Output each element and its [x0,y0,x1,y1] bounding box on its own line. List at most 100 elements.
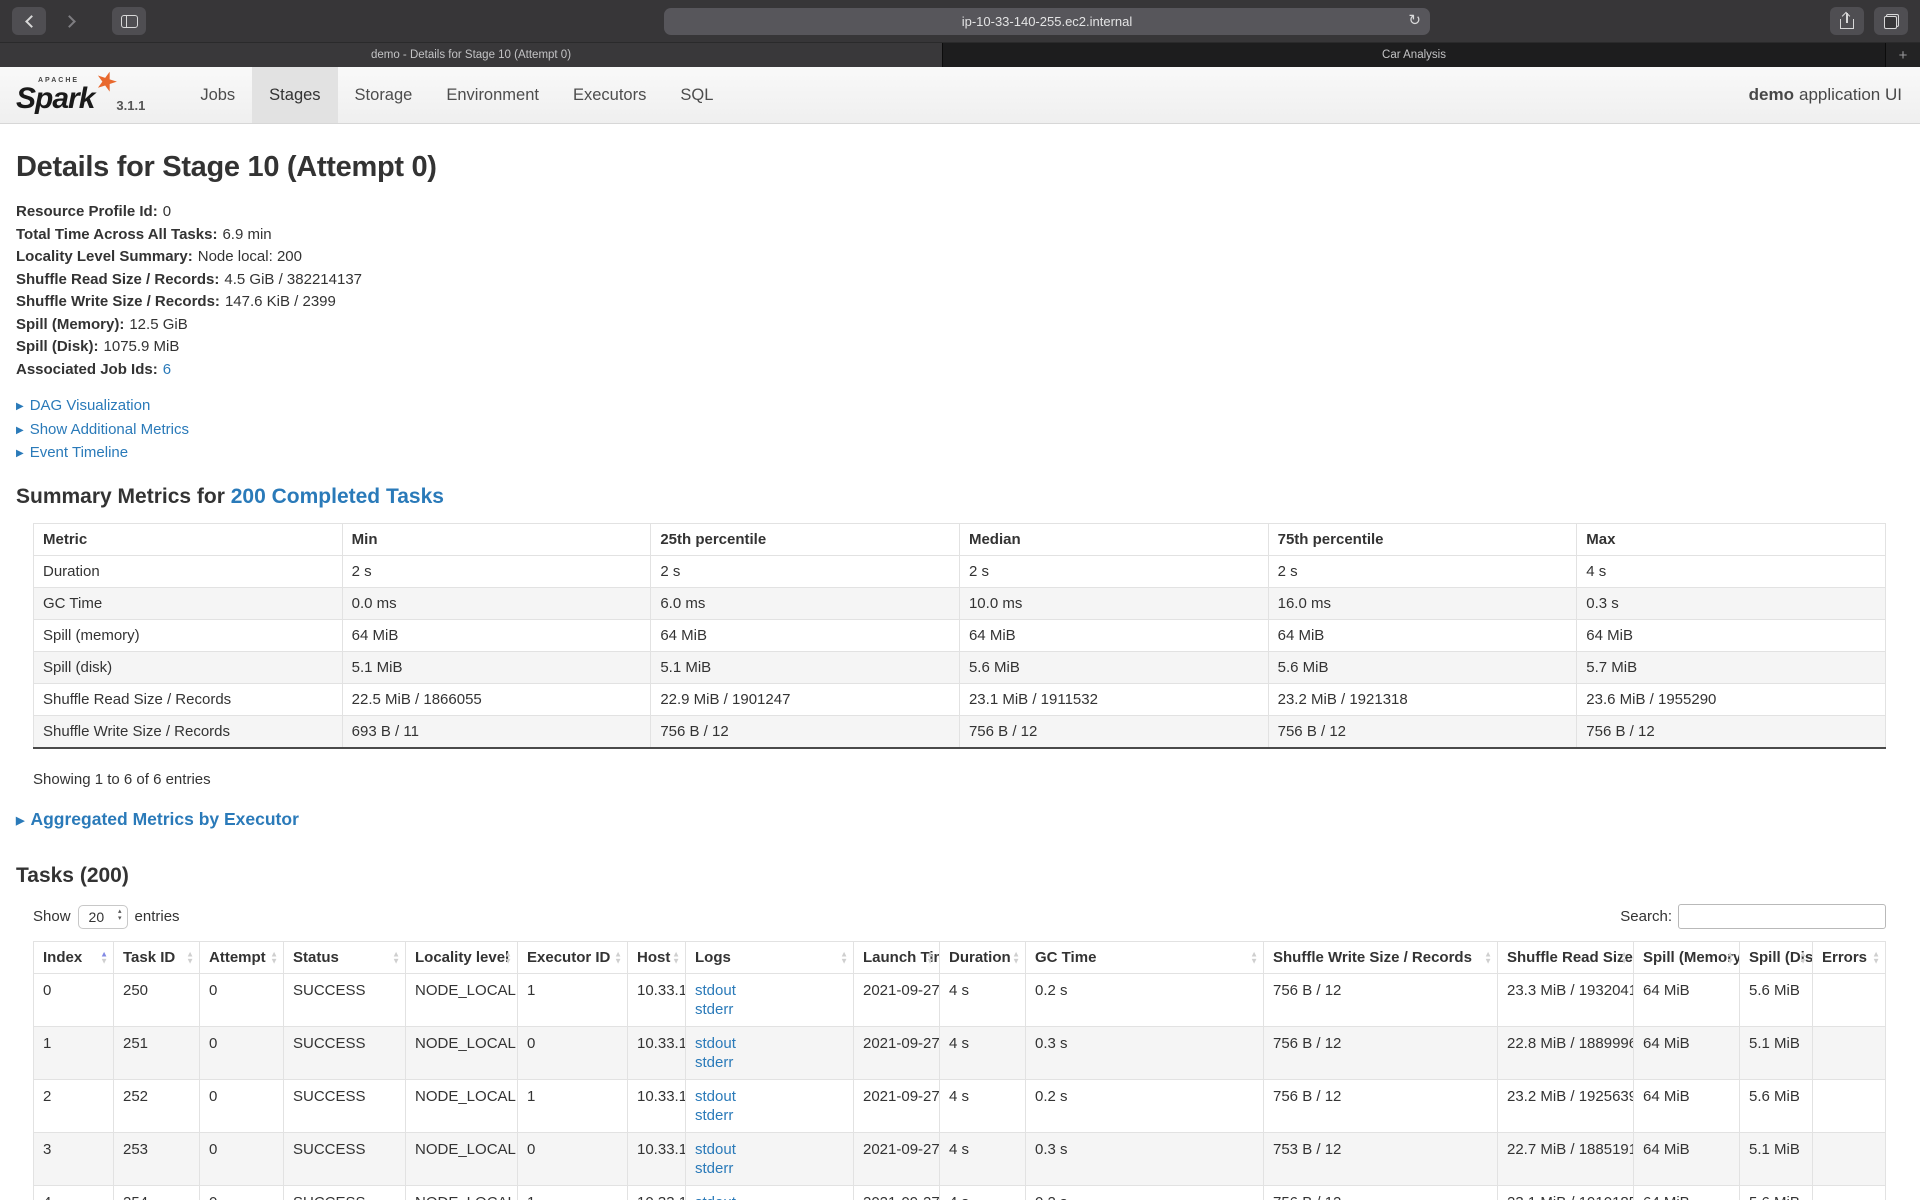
detail-label: Spill (Disk): [16,338,99,355]
task-id: 253 [114,1133,200,1186]
task-gc-time: 0.2 s [1026,1186,1264,1200]
forward-button[interactable] [54,7,88,35]
tasks-column-header[interactable]: Spill (Memory) ▲▼ [1634,942,1740,974]
sort-arrows-icon: ▲▼ [186,950,194,965]
tasks-column-header[interactable]: Launch Time ▲▼ [854,942,940,974]
tasks-column-header[interactable]: Task ID ▲▼ [114,942,200,974]
task-gc-time: 0.2 s [1026,1080,1264,1133]
share-button[interactable] [1830,7,1864,35]
stdout-link[interactable]: stdout [695,1034,844,1053]
sort-arrows-icon: ▲▼ [672,950,680,965]
nav-item-stages[interactable]: Stages [252,67,337,123]
associated-job-id-link[interactable]: 6 [163,361,171,378]
tasks-column-header[interactable]: Attempt ▲▼ [200,942,284,974]
task-spill-memory: 64 MiB [1634,1133,1740,1186]
spark-navbar: APACHESpark★ 3.1.1 Jobs Stages Storage E… [0,67,1920,124]
task-launch-time: 2021-09-27 16:15:26 [854,1133,940,1186]
sidebar-toggle-button[interactable] [112,7,146,35]
summary-header-row: MetricMin25th percentileMedian75th perce… [34,523,1886,555]
back-button[interactable] [12,7,46,35]
stdout-link[interactable]: stdout [695,1140,844,1159]
task-attempt: 0 [200,974,284,1027]
stdout-link[interactable]: stdout [695,1087,844,1106]
tasks-column-header[interactable]: Shuffle Write Size / Records ▲▼ [1264,942,1498,974]
event-timeline-toggle[interactable]: ▶Event Timeline [16,442,1886,466]
nav-item-jobs[interactable]: Jobs [183,67,252,123]
search-input[interactable] [1678,904,1886,929]
tab-overview-button[interactable] [1874,7,1908,35]
entries-label: entries [135,908,180,925]
nav-item-environment[interactable]: Environment [429,67,556,123]
column-header-label: Host [637,949,670,966]
task-shuffle-write: 756 B / 12 [1264,974,1498,1027]
task-locality-level: NODE_LOCAL [406,974,518,1027]
nav-item-sql[interactable]: SQL [663,67,730,123]
tasks-column-header[interactable]: Spill (Disk) ▲▼ [1740,942,1813,974]
column-header-label: Duration [949,949,1011,966]
detail-label: Shuffle Write Size / Records: [16,293,220,310]
task-gc-time: 0.2 s [1026,974,1264,1027]
show-additional-metrics-toggle[interactable]: ▶Show Additional Metrics [16,419,1886,443]
tasks-column-header[interactable]: GC Time ▲▼ [1026,942,1264,974]
summary-column-header: 75th percentile [1268,523,1577,555]
detail-label: Total Time Across All Tasks: [16,226,217,243]
stdout-link[interactable]: stdout [695,981,844,1000]
stderr-link[interactable]: stderr [695,1159,844,1178]
tasks-column-header[interactable]: Status ▲▼ [284,942,406,974]
nav-item-executors[interactable]: Executors [556,67,663,123]
tasks-column-header[interactable]: Executor ID ▲▼ [518,942,628,974]
detail-value: 147.6 KiB / 2399 [225,293,336,310]
summary-max: 0.3 s [1577,587,1886,619]
tab-demo-stage-details[interactable]: demo - Details for Stage 10 (Attempt 0) [0,43,943,67]
tab-car-analysis[interactable]: Car Analysis [943,43,1886,67]
summary-p75: 64 MiB [1268,619,1577,651]
dag-visualization-toggle[interactable]: ▶DAG Visualization [16,395,1886,419]
tasks-column-header[interactable]: Duration ▲▼ [940,942,1026,974]
task-spill-memory: 64 MiB [1634,974,1740,1027]
task-errors [1813,974,1886,1027]
forward-icon [63,15,76,28]
stage-detail-line: Total Time Across All Tasks:6.9 min [16,224,1886,247]
stderr-link[interactable]: stderr [695,1053,844,1072]
task-shuffle-read: 23.2 MiB / 1925639 [1498,1080,1634,1133]
task-id: 250 [114,974,200,1027]
tasks-column-header[interactable]: Index ▲▼ [34,942,114,974]
summary-p25: 64 MiB [651,619,960,651]
app-name: demo [1749,85,1794,105]
column-header-label: Attempt [209,949,266,966]
reload-icon[interactable]: ↻ [1408,11,1421,29]
new-tab-button[interactable]: + [1886,43,1920,67]
task-shuffle-write: 756 B / 12 [1264,1027,1498,1080]
summary-median: 64 MiB [959,619,1268,651]
column-header-label: GC Time [1035,949,1096,966]
browser-toolbar: ip-10-33-140-255.ec2.internal ↻ [0,0,1920,42]
sort-arrows-icon: ▲▼ [1250,950,1258,965]
task-index: 4 [34,1186,114,1200]
task-errors [1813,1186,1886,1200]
task-logs: stdout stderr [686,1080,854,1133]
stderr-link[interactable]: stderr [695,1106,844,1125]
stderr-link[interactable]: stderr [695,1000,844,1019]
sidebar-icon [121,15,138,28]
summary-p25: 756 B / 12 [651,715,960,748]
completed-tasks-link[interactable]: 200 Completed Tasks [231,485,444,508]
summary-max: 756 B / 12 [1577,715,1886,748]
address-bar[interactable]: ip-10-33-140-255.ec2.internal ↻ [664,8,1430,35]
summary-max: 23.6 MiB / 1955290 [1577,683,1886,715]
page-size-select[interactable]: 20 [78,905,128,929]
task-spill-disk: 5.6 MiB [1740,1080,1813,1133]
spark-logo[interactable]: APACHESpark★ 3.1.1 [0,67,159,123]
aggregated-metrics-toggle[interactable]: ▶Aggregated Metrics by Executor [16,808,1886,833]
tasks-column-header[interactable]: Errors ▲▼ [1813,942,1886,974]
detail-value: 1075.9 MiB [104,338,180,355]
tasks-column-header[interactable]: Logs ▲▼ [686,942,854,974]
tasks-column-header[interactable]: Host ▲▼ [628,942,686,974]
tasks-column-header[interactable]: Locality level ▲▼ [406,942,518,974]
detail-label: Spill (Memory): [16,316,124,333]
tasks-column-header[interactable]: Shuffle Read Size / Records ▲▼ [1498,942,1634,974]
nav-item-storage[interactable]: Storage [338,67,430,123]
summary-median: 2 s [959,555,1268,587]
stdout-link[interactable]: stdout [695,1193,844,1200]
task-spill-disk: 5.6 MiB [1740,974,1813,1027]
sort-arrows-icon: ▲▼ [614,950,622,965]
